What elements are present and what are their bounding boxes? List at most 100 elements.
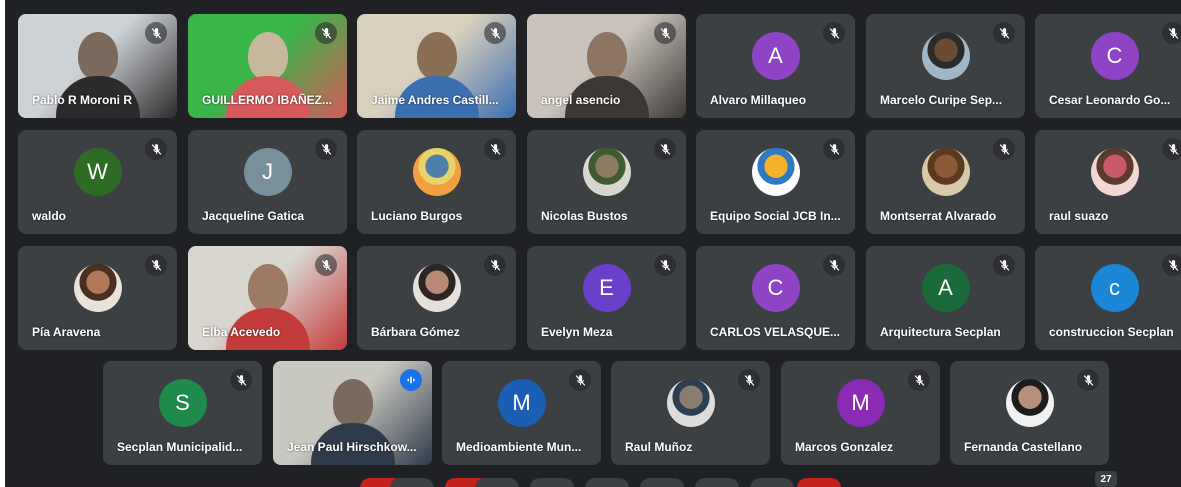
participant-tile[interactable]: C Cesar Leonardo Go... — [1035, 14, 1181, 118]
participant-tile[interactable]: C CARLOS VELASQUE... — [696, 246, 855, 350]
participant-name: Equipo Social JCB In... — [710, 209, 841, 223]
participant-name: Fernanda Castellano — [964, 440, 1083, 454]
participant-tile[interactable]: angel asencio — [527, 14, 686, 118]
participant-name: Evelyn Meza — [541, 325, 613, 339]
participant-tile[interactable]: Nicolas Bustos — [527, 130, 686, 234]
participant-tile[interactable]: J Jacqueline Gatica — [188, 130, 347, 234]
reactions-button[interactable] — [695, 478, 739, 487]
mic-off-icon — [823, 138, 845, 160]
participant-tile[interactable]: Bárbara Gómez — [357, 246, 516, 350]
participant-tile[interactable]: Pía Aravena — [18, 246, 177, 350]
participant-name: Marcelo Curipe Sep... — [880, 93, 1003, 107]
camera-options-button[interactable] — [475, 478, 519, 487]
raise-hand-button[interactable] — [585, 478, 629, 487]
meeting-grid: 27 Pablo R Moroni R GUILLERMO IBAÑEZ... Ja… — [5, 0, 1181, 487]
participant-tile[interactable]: GUILLERMO IBAÑEZ... — [188, 14, 347, 118]
participant-count-badge[interactable]: 27 — [1095, 471, 1117, 487]
mic-off-icon — [993, 22, 1015, 44]
avatar: A — [921, 264, 970, 312]
participant-name: CARLOS VELASQUE... — [710, 325, 841, 339]
participant-name: Raul Muñoz — [625, 440, 693, 454]
participant-tile[interactable]: E Evelyn Meza — [527, 246, 686, 350]
participant-tile[interactable]: Equipo Social JCB In... — [696, 130, 855, 234]
participant-name: Jaime Andres Castill... — [371, 93, 499, 107]
participant-tile[interactable]: Elba Acevedo — [188, 246, 347, 350]
participant-name: waldo — [32, 209, 67, 223]
avatar: C — [1090, 32, 1139, 80]
participant-tile[interactable]: Pablo R Moroni R — [18, 14, 177, 118]
mic-off-icon — [145, 254, 167, 276]
participant-tile[interactable]: M Medioambiente Mun... — [442, 361, 601, 465]
avatar: J — [243, 148, 292, 196]
mic-off-icon — [823, 22, 845, 44]
participant-tile[interactable]: Luciano Burgos — [357, 130, 516, 234]
more-options-button[interactable] — [750, 478, 794, 487]
participant-tile[interactable]: Raul Muñoz — [611, 361, 770, 465]
participant-tile[interactable]: Jaime Andres Castill... — [357, 14, 516, 118]
participant-name: Pía Aravena — [32, 325, 101, 339]
participant-tile[interactable]: Montserrat Alvarado — [866, 130, 1025, 234]
avatar: A — [751, 32, 800, 80]
participant-tile[interactable]: M Marcos Gonzalez — [781, 361, 940, 465]
mic-off-icon — [484, 254, 506, 276]
participant-name: Jacqueline Gatica — [202, 209, 305, 223]
mic-off-icon — [738, 369, 760, 391]
participant-tile[interactable]: Fernanda Castellano — [950, 361, 1109, 465]
avatar: M — [497, 379, 546, 427]
participant-name: Secplan Municipalid... — [117, 440, 243, 454]
mic-options-button[interactable] — [390, 478, 434, 487]
participant-tile[interactable]: raul suazo — [1035, 130, 1181, 234]
avatar: S — [158, 379, 207, 427]
participant-name: Pablo R Moroni R — [32, 93, 132, 107]
mic-off-icon — [230, 369, 252, 391]
mic-off-icon — [1162, 22, 1181, 44]
mic-off-icon — [145, 138, 167, 160]
captions-button[interactable] — [530, 478, 574, 487]
participant-tile[interactable]: Marcelo Curipe Sep... — [866, 14, 1025, 118]
participant-name: GUILLERMO IBAÑEZ... — [202, 93, 332, 107]
mic-off-icon — [1077, 369, 1099, 391]
avatar-photo — [921, 148, 970, 196]
participant-tile[interactable]: Wwaldo — [18, 130, 177, 234]
audio-wave-icon — [400, 369, 422, 391]
avatar-photo — [666, 379, 715, 427]
mic-off-icon — [315, 138, 337, 160]
avatar-photo — [921, 32, 970, 80]
participant-tile[interactable]: Jean Paul Hirschkow... — [273, 361, 432, 465]
leave-call-button[interactable] — [797, 478, 841, 487]
participant-name: raul suazo — [1049, 209, 1109, 223]
mic-off-icon — [654, 254, 676, 276]
participant-name: Elba Acevedo — [202, 325, 281, 339]
mic-off-icon — [569, 369, 591, 391]
avatar-photo — [1090, 148, 1139, 196]
participant-tile[interactable]: A Alvaro Millaqueo — [696, 14, 855, 118]
avatar: M — [836, 379, 885, 427]
participant-name: Montserrat Alvarado — [880, 209, 997, 223]
participant-name: angel asencio — [541, 93, 621, 107]
control-bar — [5, 472, 1181, 487]
mic-off-icon — [484, 138, 506, 160]
mic-off-icon — [908, 369, 930, 391]
participant-name: Cesar Leonardo Go... — [1049, 93, 1171, 107]
participant-name: Luciano Burgos — [371, 209, 463, 223]
mic-off-icon — [484, 22, 506, 44]
present-button[interactable] — [640, 478, 684, 487]
avatar-photo — [751, 148, 800, 196]
participant-tile[interactable]: c construccion Secplan — [1035, 246, 1181, 350]
mic-off-icon — [654, 138, 676, 160]
participant-name: Bárbara Gómez — [371, 325, 460, 339]
participant-name: Medioambiente Mun... — [456, 440, 582, 454]
mic-off-icon — [654, 22, 676, 44]
mic-off-icon — [145, 22, 167, 44]
participant-tile[interactable]: A Arquitectura Secplan — [866, 246, 1025, 350]
participant-tile[interactable]: S Secplan Municipalid... — [103, 361, 262, 465]
participant-name: Jean Paul Hirschkow... — [287, 440, 417, 454]
avatar-photo — [412, 264, 461, 312]
avatar: E — [582, 264, 631, 312]
avatar: W — [73, 148, 122, 196]
mic-off-icon — [315, 254, 337, 276]
participant-name: construccion Secplan — [1049, 325, 1174, 339]
participant-name: Nicolas Bustos — [541, 209, 628, 223]
mic-off-icon — [993, 138, 1015, 160]
avatar-photo — [412, 148, 461, 196]
